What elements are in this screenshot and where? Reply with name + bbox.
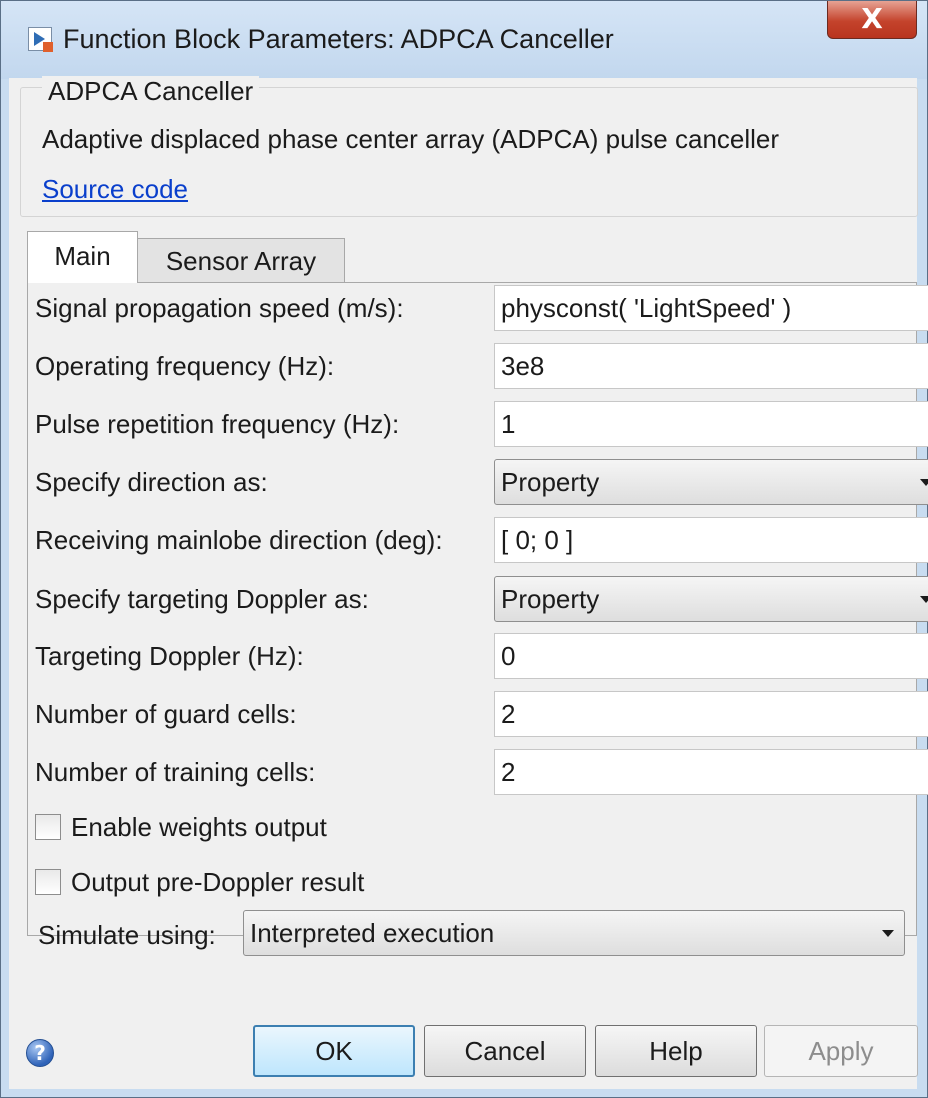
close-button[interactable]: X [827, 1, 917, 39]
chevron-down-icon [920, 596, 928, 603]
help-icon[interactable]: ? [26, 1039, 54, 1067]
chevron-down-icon [920, 479, 928, 486]
simulate-using-select[interactable]: Interpreted execution [243, 910, 905, 956]
training-cells-label: Number of training cells: [35, 757, 316, 787]
output-pre-doppler-label[interactable]: Output pre-Doppler result [71, 867, 364, 898]
prf-label: Pulse repetition frequency (Hz): [35, 409, 400, 439]
simulate-using-value: Interpreted execution [250, 918, 495, 948]
guard-cells-field[interactable]: 2 [494, 691, 928, 737]
operating-frequency-field[interactable]: 3e8 [494, 343, 928, 389]
doppler-as-select[interactable]: Property [494, 576, 928, 622]
doppler-as-row: Specify targeting Doppler as: Property [35, 576, 928, 622]
source-code-link[interactable]: Source code [42, 174, 188, 205]
doppler-as-value: Property [501, 584, 600, 614]
mainlobe-direction-row: Receiving mainlobe direction (deg): [ 0;… [35, 517, 928, 563]
signal-speed-field[interactable]: physconst( 'LightSpeed' ) [494, 285, 928, 331]
prf-field[interactable]: 1 [494, 401, 928, 447]
signal-speed-row: Signal propagation speed (m/s): physcons… [35, 285, 928, 331]
doppler-as-label: Specify targeting Doppler as: [35, 584, 369, 614]
cancel-button[interactable]: Cancel [424, 1025, 586, 1077]
direction-as-row: Specify direction as: Property [35, 459, 928, 505]
training-cells-field[interactable]: 2 [494, 749, 928, 795]
output-pre-doppler-checkbox[interactable] [35, 869, 61, 895]
simulate-using-label: Simulate using: [38, 920, 216, 950]
help-button[interactable]: Help [595, 1025, 757, 1077]
ok-button[interactable]: OK [253, 1025, 415, 1077]
enable-weights-output-label[interactable]: Enable weights output [71, 812, 327, 843]
block-description: Adaptive displaced phase center array (A… [42, 124, 780, 154]
mainlobe-direction-label: Receiving mainlobe direction (deg): [35, 525, 443, 555]
guard-cells-label: Number of guard cells: [35, 699, 297, 729]
guard-cells-row: Number of guard cells: 2 [35, 691, 928, 737]
targeting-doppler-row: Targeting Doppler (Hz): 0 [35, 633, 928, 679]
simulink-block-icon [28, 27, 53, 52]
tab-main[interactable]: Main [27, 231, 138, 283]
tab-sensor-array[interactable]: Sensor Array [137, 238, 345, 283]
direction-as-label: Specify direction as: [35, 467, 268, 497]
title-bar[interactable]: Function Block Parameters: ADPCA Cancell… [1, 1, 927, 79]
chevron-down-icon [882, 930, 894, 937]
simulate-using-wrapper: Interpreted execution [243, 910, 905, 956]
enable-weights-output-checkbox[interactable] [35, 814, 61, 840]
targeting-doppler-label: Targeting Doppler (Hz): [35, 641, 304, 671]
prf-row: Pulse repetition frequency (Hz): 1 [35, 401, 928, 447]
close-icon: X [861, 2, 883, 35]
direction-as-select[interactable]: Property [494, 459, 928, 505]
signal-speed-label: Signal propagation speed (m/s): [35, 293, 404, 323]
training-cells-row: Number of training cells: 2 [35, 749, 928, 795]
apply-button[interactable]: Apply [764, 1025, 918, 1077]
direction-as-value: Property [501, 467, 600, 497]
window-title: Function Block Parameters: ADPCA Cancell… [63, 24, 614, 54]
mainlobe-direction-field[interactable]: [ 0; 0 ] [494, 517, 928, 563]
description-group-title: ADPCA Canceller [42, 76, 260, 107]
targeting-doppler-field[interactable]: 0 [494, 633, 928, 679]
operating-frequency-label: Operating frequency (Hz): [35, 351, 335, 381]
operating-frequency-row: Operating frequency (Hz): 3e8 [35, 343, 928, 389]
